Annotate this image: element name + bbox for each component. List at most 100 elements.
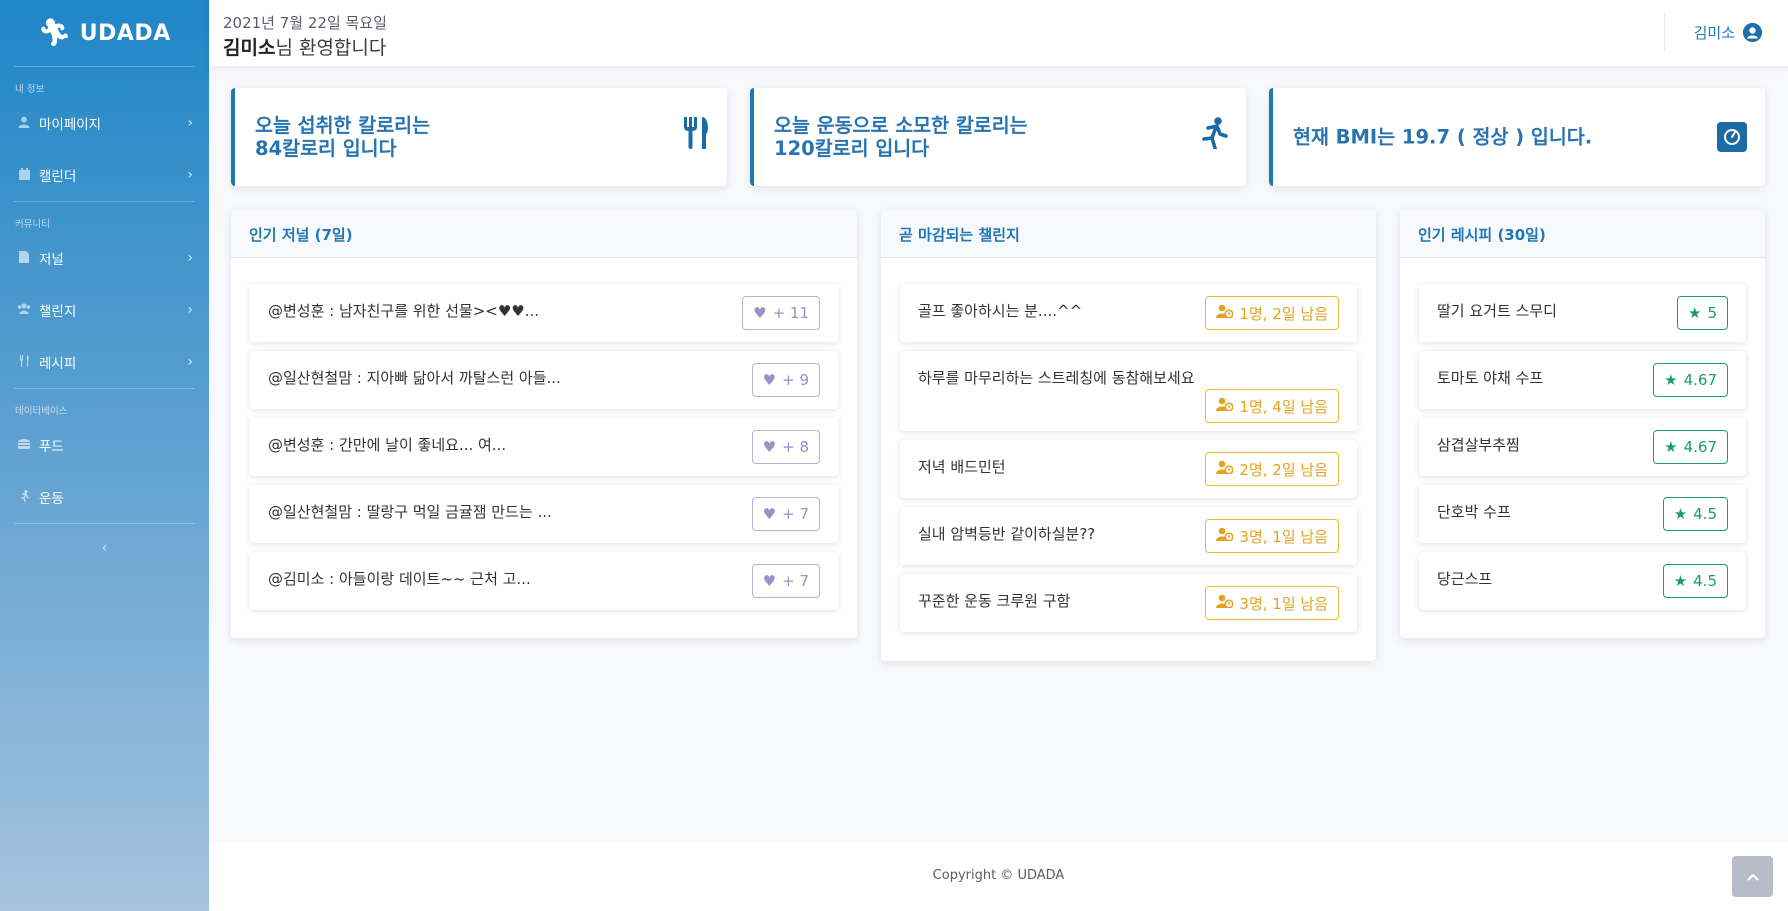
utensils-icon <box>683 117 709 157</box>
challenge-item[interactable]: 저녁 배드민턴 2명, 2일 남음 <box>900 440 1357 498</box>
recipe-item[interactable]: 토마토 야채 수프 ★ 4.67 <box>1419 351 1746 409</box>
challenge-status: 2명, 2일 남음 <box>1239 460 1328 479</box>
user-clock-icon <box>1216 397 1234 415</box>
challenge-text: 꾸준한 운동 크루원 구함 <box>918 592 1071 610</box>
hamburger-icon <box>17 438 31 452</box>
running-icon <box>17 489 31 505</box>
panel-title: 곧 마감되는 챌린지 <box>881 210 1376 258</box>
topbar: 2021년 7월 22일 목요일 김미소님 환영합니다 김미소 <box>209 0 1788 66</box>
star-icon: ★ <box>1673 505 1688 523</box>
deadline-badge: 1명, 4일 남음 <box>1205 389 1339 423</box>
rating-value: 4.5 <box>1693 505 1717 523</box>
utensils-icon <box>17 354 31 370</box>
deadline-badge: 3명, 1일 남음 <box>1205 586 1339 620</box>
like-count: + 9 <box>782 371 809 389</box>
chevron-up-icon <box>1746 869 1759 885</box>
chevron-right-icon: › <box>187 250 193 266</box>
user-circle-icon <box>1743 23 1762 42</box>
user-clock-icon <box>1216 594 1234 612</box>
sidebar: 🏃︎ UDADA 내 정보 마이페이지 › 캘린더 › 커뮤니티 저널 › 챌린… <box>0 0 209 911</box>
brand[interactable]: 🏃︎ UDADA <box>0 0 209 66</box>
deadline-badge: 1명, 2일 남음 <box>1205 296 1339 330</box>
like-count: + 11 <box>772 304 809 322</box>
welcome-suffix: 님 환영합니다 <box>275 37 387 59</box>
rating-value: 5 <box>1707 304 1717 322</box>
challenge-status: 1명, 2일 남음 <box>1239 304 1328 323</box>
user-clock-icon <box>1216 527 1234 545</box>
rating-badge: ★ 4.67 <box>1653 363 1728 397</box>
journal-text: @김미소 : 아들이랑 데이트~~ 근처 고... <box>268 570 531 588</box>
sidebar-item-label: 푸드 <box>39 439 64 455</box>
current-date: 2021년 7월 22일 목요일 <box>223 14 387 32</box>
journal-item[interactable]: @변성훈 : 간만에 날이 좋네요... 여... ♥ + 8 <box>250 418 838 476</box>
weight-scale-icon <box>1717 122 1747 152</box>
heart-icon: ♥ <box>753 304 767 322</box>
sidebar-item-food[interactable]: 푸드 <box>0 419 209 471</box>
stat-card-calories-burned: 오늘 운동으로 소모한 칼로리는 120칼로리 입니다 <box>750 88 1246 186</box>
rating-value: 4.5 <box>1693 572 1717 590</box>
rating-badge: ★ 5 <box>1677 296 1728 330</box>
topbar-divider <box>1664 13 1665 51</box>
stat-line1: 오늘 운동으로 소모한 칼로리는 <box>774 114 1028 137</box>
challenge-item[interactable]: 실내 암벽등반 같이하실분?? 3명, 1일 남음 <box>900 507 1357 565</box>
recipe-item[interactable]: 삼겹살부추찜 ★ 4.67 <box>1419 418 1746 476</box>
journal-text: @변성훈 : 간만에 날이 좋네요... 여... <box>268 436 507 454</box>
stat-line2: 120칼로리 입니다 <box>774 137 930 160</box>
stat-card-bmi: 현재 BMI는 19.7 ( 정상 ) 입니다. <box>1269 88 1765 186</box>
heart-icon: ♥ <box>762 438 777 456</box>
stat-line1: 오늘 섭취한 칼로리는 <box>255 114 431 137</box>
challenge-item[interactable]: 하루를 마무리하는 스트레칭에 동참해보세요 1명, 4일 남음 <box>900 351 1357 431</box>
deadline-badge: 2명, 2일 남음 <box>1205 452 1339 486</box>
stat-line2: 84칼로리 입니다 <box>255 137 397 160</box>
closing-challenges-panel: 곧 마감되는 챌린지 골프 좋아하시는 분....^^ 1명, 2일 남음 하루… <box>881 210 1376 661</box>
file-icon <box>17 250 31 266</box>
sidebar-item-mypage[interactable]: 마이페이지 › <box>0 97 209 149</box>
challenge-status: 3명, 1일 남음 <box>1239 594 1328 613</box>
welcome-user-name: 김미소 <box>223 37 276 59</box>
recipe-item[interactable]: 딸기 요거트 스무디 ★ 5 <box>1419 284 1746 342</box>
sidebar-item-calendar[interactable]: 캘린더 › <box>0 149 209 201</box>
recipe-text: 딸기 요거트 스무디 <box>1437 302 1557 320</box>
challenge-item[interactable]: 골프 좋아하시는 분....^^ 1명, 2일 남음 <box>900 284 1357 342</box>
heart-icon: ♥ <box>762 505 777 523</box>
star-icon: ★ <box>1673 572 1688 590</box>
journal-item[interactable]: @변성훈 : 남자친구를 위한 선물><♥♥... ♥ + 11 <box>250 284 838 342</box>
rating-badge: ★ 4.67 <box>1653 430 1728 464</box>
like-badge: ♥ + 8 <box>751 430 820 464</box>
sidebar-item-journal[interactable]: 저널 › <box>0 232 209 284</box>
heart-icon: ♥ <box>762 371 777 389</box>
challenge-text: 하루를 마무리하는 스트레칭에 동참해보세요 <box>918 369 1195 387</box>
chevron-right-icon: › <box>187 115 193 131</box>
footer: Copyright © UDADA <box>209 843 1788 911</box>
user-clock-icon <box>1216 460 1234 478</box>
copyright-text: Copyright © UDADA <box>932 868 1065 883</box>
journal-item[interactable]: @일산현철맘 : 지아빠 닮아서 까탈스런 아들... ♥ + 9 <box>250 351 838 409</box>
like-count: + 7 <box>782 505 809 523</box>
chevron-right-icon: › <box>187 354 193 370</box>
rating-badge: ★ 4.5 <box>1662 564 1728 598</box>
sidebar-item-label: 레시피 <box>39 356 77 372</box>
like-badge: ♥ + 7 <box>751 497 820 531</box>
sidebar-item-exercise[interactable]: 운동 <box>0 471 209 523</box>
sidebar-item-recipe[interactable]: 레시피 › <box>0 336 209 388</box>
journal-item[interactable]: @일산현철맘 : 딸랑구 먹일 금귤잼 만드는 ... ♥ + 7 <box>250 485 838 543</box>
welcome-message: 김미소님 환영합니다 <box>223 33 386 60</box>
challenge-text: 실내 암벽등반 같이하실분?? <box>918 525 1096 543</box>
recipe-item[interactable]: 단호박 수프 ★ 4.5 <box>1419 485 1746 543</box>
rating-badge: ★ 4.5 <box>1662 497 1728 531</box>
panel-title: 인기 레시피 (30일) <box>1400 210 1765 258</box>
running-person-icon: 🏃︎ <box>38 18 72 48</box>
sidebar-heading-database: 데이터베이스 <box>15 406 68 417</box>
scroll-to-top-button[interactable] <box>1732 856 1773 897</box>
user-menu[interactable]: 김미소 <box>1694 22 1762 43</box>
like-badge: ♥ + 11 <box>742 296 820 330</box>
sidebar-toggle-button[interactable]: ‹ <box>0 524 209 556</box>
recipe-item[interactable]: 당근스프 ★ 4.5 <box>1419 552 1746 610</box>
brand-name: UDADA <box>79 20 171 46</box>
sidebar-heading-community: 커뮤니티 <box>15 219 50 230</box>
chevron-right-icon: › <box>187 167 193 183</box>
sidebar-item-label: 저널 <box>39 252 64 268</box>
challenge-item[interactable]: 꾸준한 운동 크루원 구함 3명, 1일 남음 <box>900 574 1357 632</box>
journal-item[interactable]: @김미소 : 아들이랑 데이트~~ 근처 고... ♥ + 7 <box>250 552 838 610</box>
sidebar-item-challenge[interactable]: 챌린지 › <box>0 284 209 336</box>
